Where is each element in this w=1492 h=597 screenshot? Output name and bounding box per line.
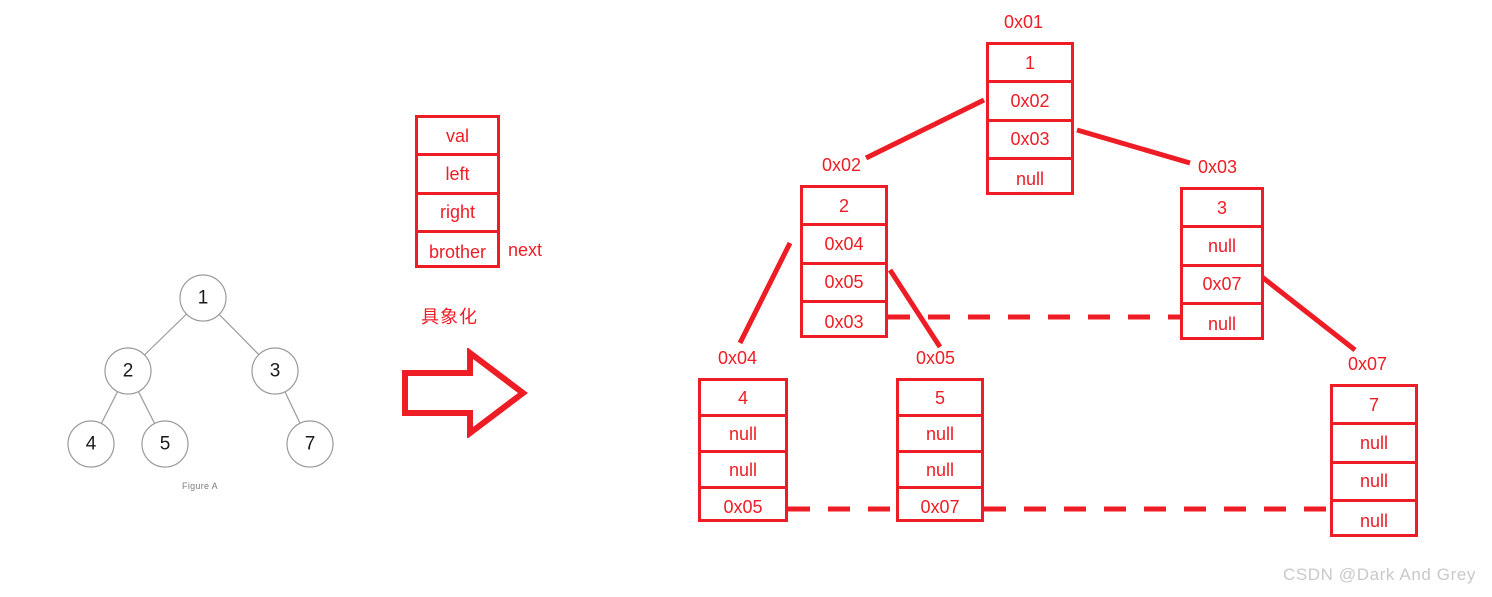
struct-row-left: null — [701, 417, 785, 453]
struct-row-val: 4 — [701, 381, 785, 417]
struct-box-0x03: 3 null 0x07 null — [1180, 187, 1264, 340]
struct-row-right: 0x03 — [989, 122, 1071, 160]
struct-row-brother: null — [1015, 168, 1045, 189]
struct-row-val: 5 — [899, 381, 981, 417]
struct-row-right: 0x07 — [1183, 267, 1261, 305]
address-label-0x03: 0x03 — [1198, 157, 1238, 177]
struct-row-right: null — [1333, 464, 1415, 502]
struct-row-brother: null — [1207, 313, 1237, 334]
struct-row-right: 0x05 — [803, 265, 885, 303]
struct-row-val: 7 — [1333, 387, 1415, 426]
struct-row-right: null — [899, 453, 981, 489]
struct-row-val: 3 — [1183, 190, 1261, 229]
struct-row-brother: null — [1359, 510, 1389, 531]
struct-row-brother: 0x07 — [920, 497, 960, 517]
struct-row-right: null — [701, 453, 785, 489]
struct-row-left: null — [1333, 425, 1415, 464]
address-label-0x04: 0x04 — [718, 348, 758, 368]
link-0x03-right-to-0x07 — [1260, 275, 1357, 352]
struct-row-val: 1 — [989, 45, 1071, 84]
address-label-0x07: 0x07 — [1348, 354, 1388, 374]
link-0x02-right-to-0x05 — [887, 268, 943, 349]
struct-row-left: null — [899, 417, 981, 453]
struct-row-brother: 0x05 — [723, 497, 763, 517]
struct-row-left: null — [1183, 228, 1261, 267]
link-0x01-left-to-0x02 — [864, 97, 986, 161]
link-0x02-left-to-0x04 — [737, 241, 793, 345]
struct-box-0x01: 1 0x02 0x03 null — [986, 42, 1074, 195]
address-label-0x05: 0x05 — [916, 348, 956, 368]
struct-box-0x04: 4 null null 0x05 — [698, 378, 788, 522]
struct-box-0x07: 7 null null null — [1330, 384, 1418, 537]
struct-row-brother: 0x03 — [824, 311, 864, 332]
diagram-canvas: 1 2 3 4 5 7 Figure A val left right brot… — [0, 0, 1492, 597]
address-label-0x02: 0x02 — [822, 155, 862, 175]
struct-row-val: 2 — [803, 188, 885, 227]
link-0x01-right-to-0x03 — [1076, 127, 1191, 166]
struct-box-0x02: 2 0x04 0x05 0x03 — [800, 185, 888, 338]
struct-row-left: 0x02 — [989, 83, 1071, 122]
watermark-text: CSDN @Dark And Grey — [1282, 565, 1476, 584]
struct-row-left: 0x04 — [803, 226, 885, 265]
address-label-0x01: 0x01 — [1004, 12, 1044, 32]
struct-box-0x05: 5 null null 0x07 — [896, 378, 984, 522]
